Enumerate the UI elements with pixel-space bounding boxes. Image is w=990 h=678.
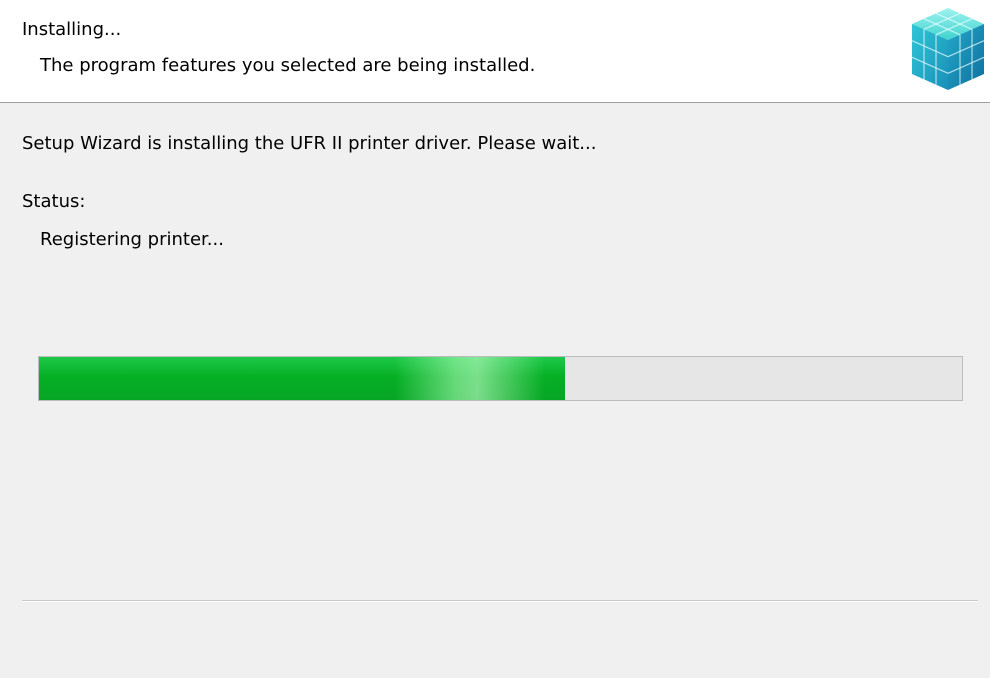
blue-cube-installer-icon (911, 8, 985, 90)
wizard-header: Installing... The program features you s… (0, 0, 990, 103)
header-title: Installing... (22, 19, 122, 40)
progress-bar-fill (39, 357, 566, 400)
footer-divider (22, 600, 978, 602)
install-message: Setup Wizard is installing the UFR II pr… (22, 133, 597, 154)
status-value: Registering printer... (40, 229, 224, 250)
header-subtitle: The program features you selected are be… (40, 55, 536, 76)
progress-bar-shine (395, 357, 546, 400)
status-label: Status: (22, 191, 86, 212)
install-progress-bar (38, 356, 963, 401)
